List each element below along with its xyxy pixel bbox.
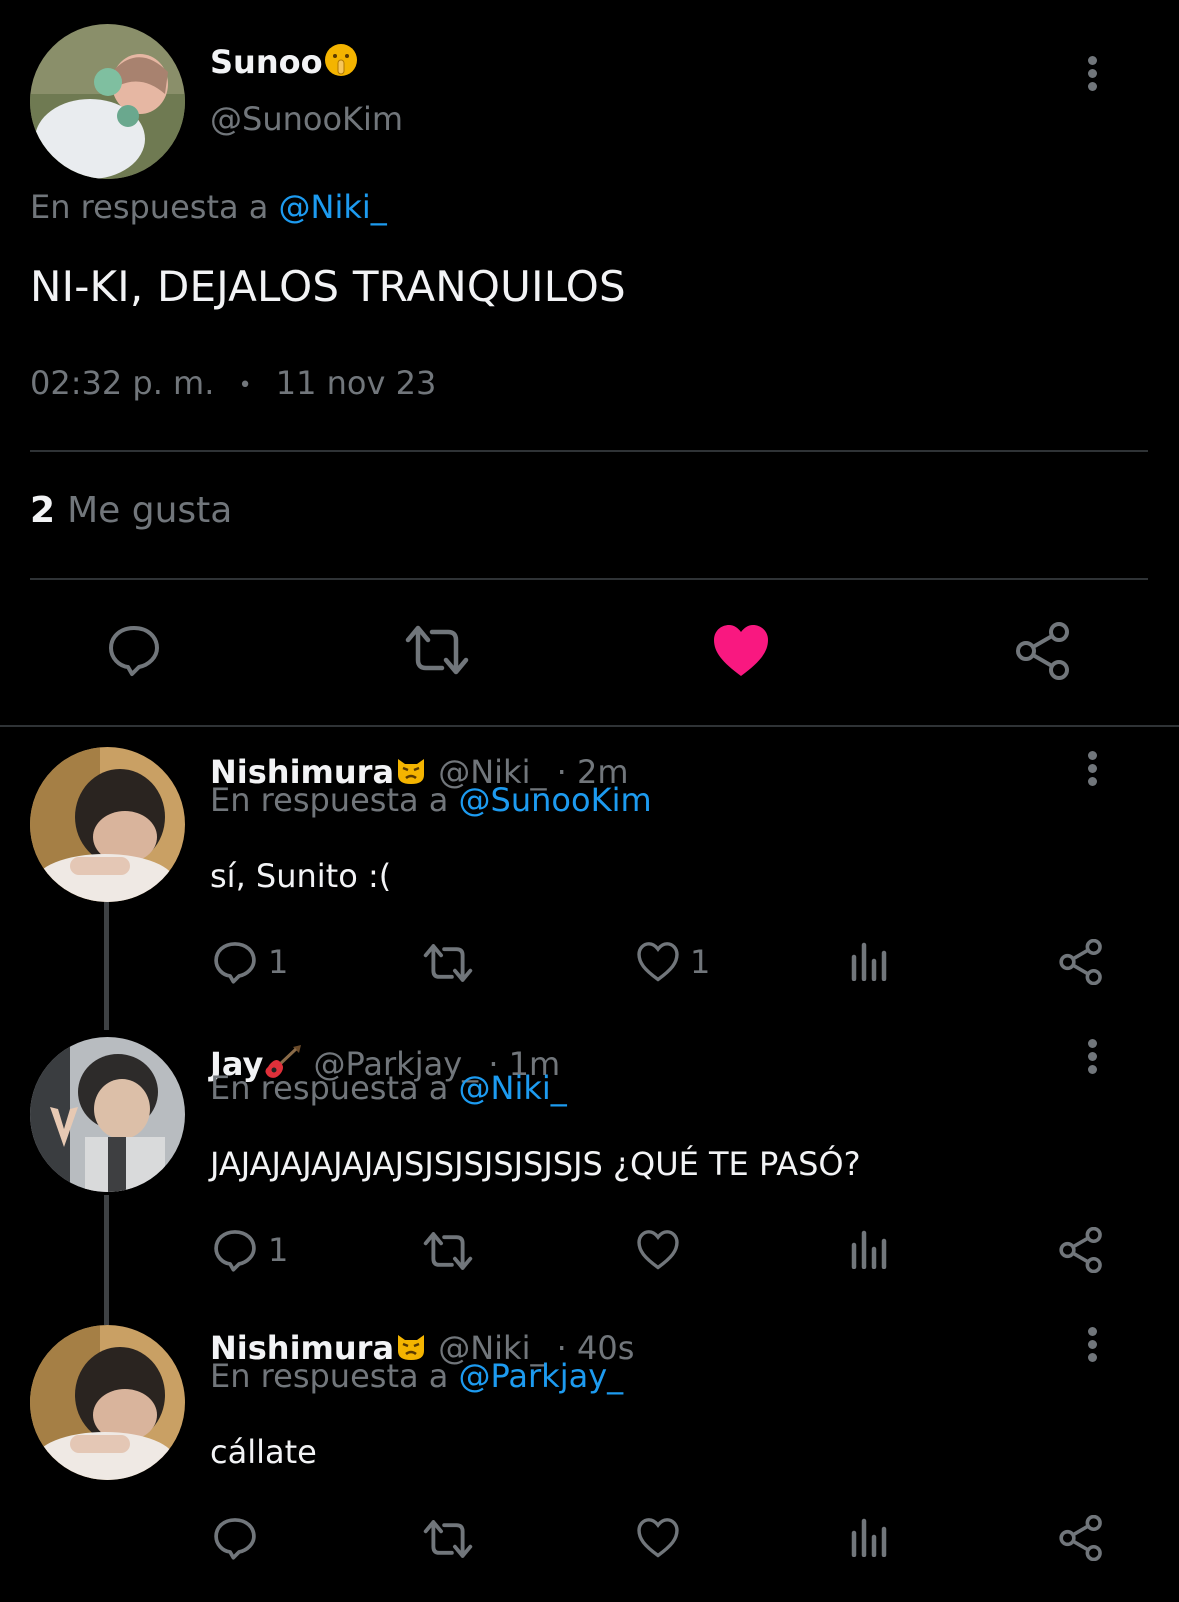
heart-outline-icon [637,1518,679,1558]
reply-prefix: En respuesta a [210,1357,449,1395]
retweet-icon [405,625,469,675]
like-button[interactable] [636,1517,690,1559]
reply-icon [214,1230,256,1272]
like-count: 1 [690,943,711,981]
author-handle[interactable]: @SunooKim [210,100,403,138]
reply-avatar[interactable] [30,747,185,902]
divider [30,578,1148,580]
reply-context: En respuesta a @Niki_ [210,1069,567,1107]
tweet-text: NI-KI, DEJALOS TRANQUILOS [30,262,626,311]
views-button[interactable] [850,941,890,981]
share-icon [1059,939,1102,985]
retweet-button[interactable] [404,624,470,676]
reply-button[interactable]: 1 [212,939,288,985]
reply-text: cállate [210,1433,317,1471]
reply-avatar[interactable] [30,1325,185,1480]
reply-tweet[interactable]: Nishimura @Niki_ · 2m En respuesta a @Su… [0,727,1179,1015]
reply-mention-link[interactable]: @Niki_ [279,188,387,226]
reply-tweet[interactable]: Nishimura @Niki_ · 40s En respuesta a @P… [0,1303,1179,1602]
share-button[interactable] [1058,1227,1104,1273]
like-button[interactable]: 1 [636,941,710,983]
heart-outline-icon [637,942,679,982]
retweet-icon [423,1520,473,1558]
share-button[interactable] [1058,1515,1104,1561]
tweet-time: 02:32 p. m. [30,364,215,402]
views-button[interactable] [850,1229,890,1269]
share-icon [1059,1515,1102,1561]
reply-tweet[interactable]: Jay @Parkjay_ · 1m En respuesta a @Niki_… [0,1015,1179,1303]
reply-text: JAJAJAJAJAJAJSJSJSJSJSJSJS ¿QUÉ TE PASÓ? [210,1145,861,1183]
retweet-icon [423,944,473,982]
reply-prefix: En respuesta a [210,781,449,819]
reply-context: En respuesta a @SunooKim [210,781,652,819]
like-button[interactable] [636,1229,690,1271]
reply-count: 1 [268,943,289,981]
reply-mention-link[interactable]: @Niki_ [459,1069,567,1107]
reply-context: En respuesta a @Parkjay_ [210,1357,623,1395]
reply-button[interactable] [212,1515,268,1561]
share-icon [1016,622,1069,680]
more-options-icon[interactable] [1087,1039,1097,1079]
main-tweet: Sunoo @SunooKim En respuesta a @Niki_ NI… [0,0,1179,726]
reply-button[interactable] [106,622,162,678]
retweet-button[interactable] [422,1519,474,1559]
author-name[interactable]: Sunoo [210,42,359,86]
analytics-icon [851,1518,887,1557]
likes-summary[interactable]: 2 Me gusta [30,490,232,531]
more-options-icon[interactable] [1087,1327,1097,1367]
reply-mention-link[interactable]: @Parkjay_ [459,1357,624,1395]
retweet-button[interactable] [422,943,474,983]
retweet-button[interactable] [422,1231,474,1271]
likes-count: 2 [30,490,56,531]
reply-icon [109,626,159,676]
like-button[interactable] [712,624,770,678]
analytics-icon [851,1230,887,1269]
reply-icon [214,942,256,984]
share-icon [1059,1227,1102,1273]
shushing-face-emoji [323,42,359,86]
heart-filled-icon [714,625,768,676]
more-options-icon[interactable] [1087,751,1097,791]
reply-prefix: En respuesta a [30,188,269,226]
reply-avatar[interactable] [30,1037,185,1192]
analytics-icon [851,942,887,981]
reply-prefix: En respuesta a [210,1069,449,1107]
author-avatar[interactable] [30,24,185,179]
reply-count: 1 [268,1231,289,1269]
reply-mention-link[interactable]: @SunooKim [459,781,652,819]
views-button[interactable] [850,1517,890,1557]
share-button[interactable] [1014,622,1072,680]
likes-label: Me gusta [67,490,233,531]
divider [30,450,1148,452]
retweet-icon [423,1232,473,1270]
tweet-date: 11 nov 23 [275,364,437,402]
heart-outline-icon [637,1230,679,1270]
reply-text: sí, Sunito :( [210,857,392,895]
tweet-timestamp[interactable]: 02:32 p. m. • 11 nov 23 [30,364,436,402]
reply-context: En respuesta a @Niki_ [30,188,387,226]
reply-button[interactable]: 1 [212,1227,288,1273]
date-separator: • [238,372,252,398]
reply-icon [214,1518,256,1560]
more-options-icon[interactable] [1087,56,1097,96]
share-button[interactable] [1058,939,1104,985]
